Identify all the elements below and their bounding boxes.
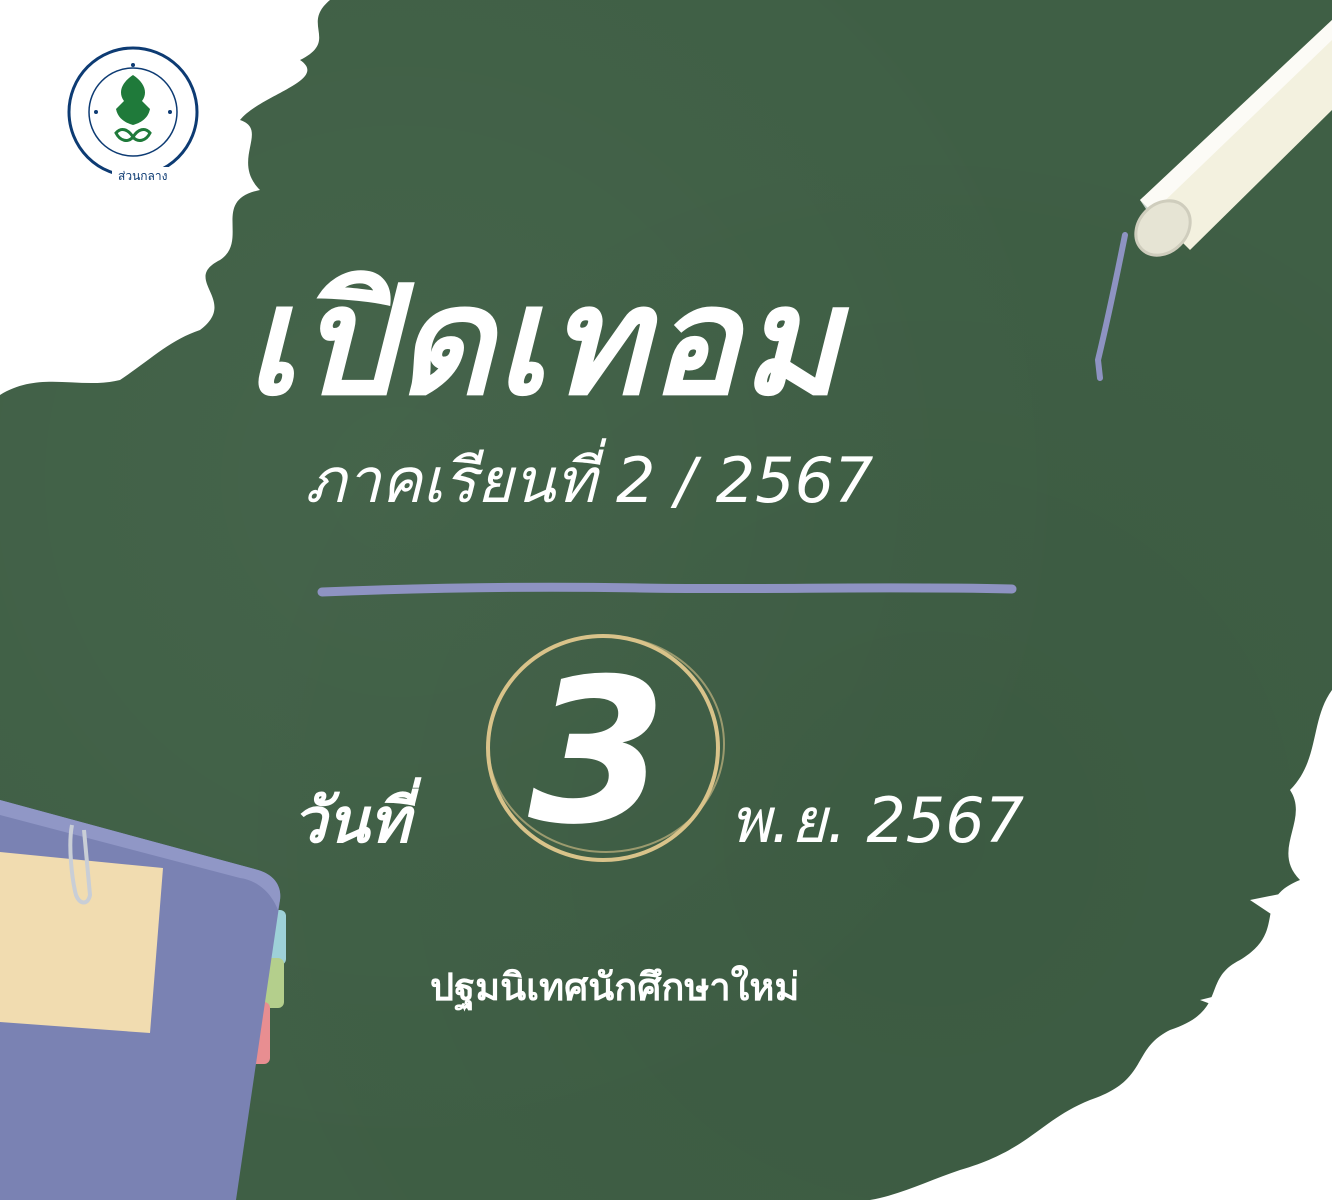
decorations <box>0 0 1332 1200</box>
chalk-separator-line <box>317 582 1017 597</box>
subtitle-orientation: ปฐมนิเทศนักศึกษาใหม่ <box>430 965 800 1009</box>
day-number: 3 <box>528 636 668 869</box>
white-paint-stroke-bottom-right <box>870 690 1332 1200</box>
month-year: พ.ย. 2567 <box>730 784 1025 857</box>
folder-illustration <box>0 800 286 1200</box>
semester-label: ภาคเรียนที่ 2 / 2567 <box>305 444 874 517</box>
logo-caption: ส่วนกลาง <box>112 167 174 186</box>
headline-title: เปิดเทอม <box>245 255 843 429</box>
chalk-stick <box>1094 20 1332 381</box>
day-label: วันที่ <box>292 784 411 857</box>
organization-logo <box>67 46 199 178</box>
